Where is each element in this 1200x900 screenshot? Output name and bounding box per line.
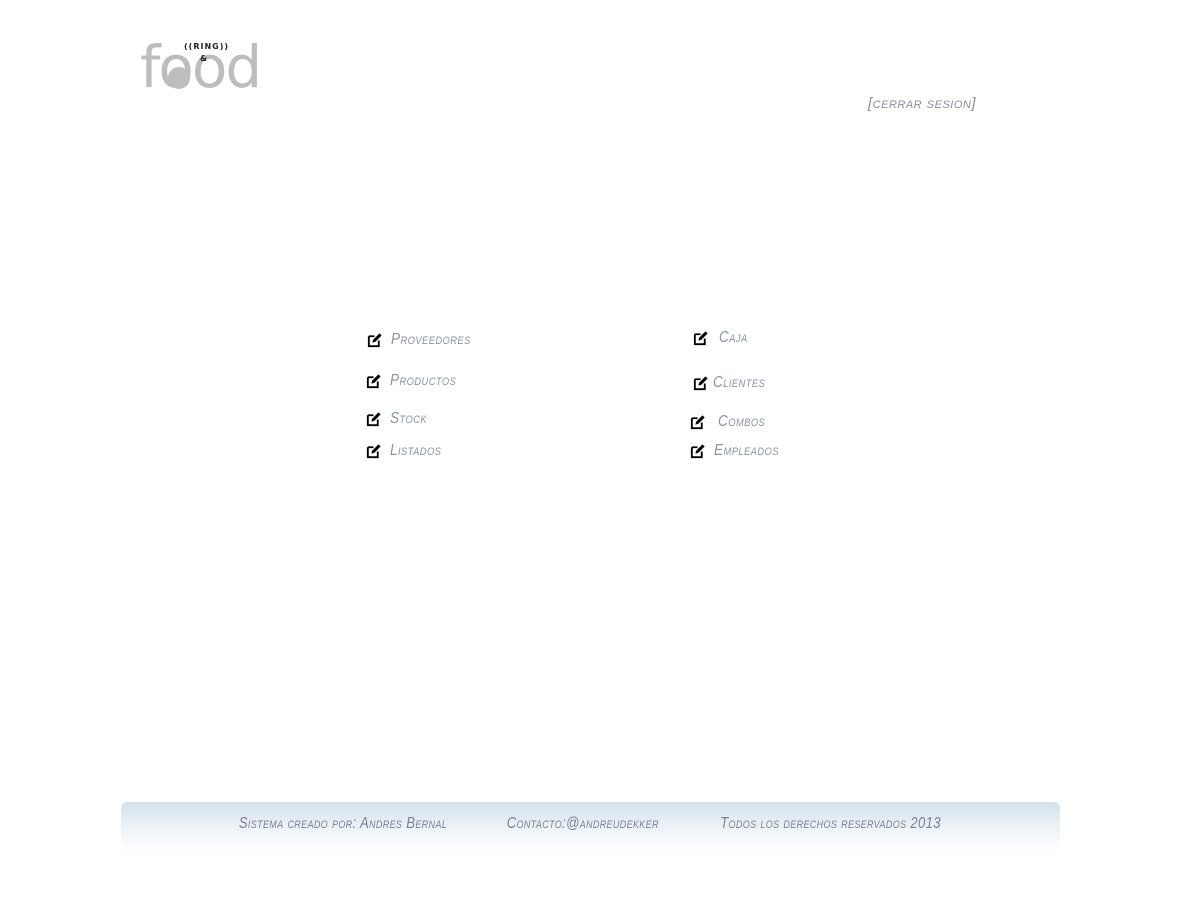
menu-item-combos[interactable]: Combos: [689, 413, 774, 431]
edit-icon: [690, 443, 705, 458]
edit-icon: [693, 330, 708, 345]
menu-label: Empleados: [714, 442, 779, 459]
menu-label: Clientes: [713, 374, 766, 391]
logo-ring-text: ((RING)): [184, 42, 230, 51]
footer-rights: Todos los derechos reservados 2013: [719, 815, 941, 832]
menu-item-listados[interactable]: Listados: [365, 442, 450, 460]
menu-label: Productos: [390, 372, 457, 389]
menu-label: Proveedores: [391, 331, 471, 348]
logo: food ((RING)) &: [140, 38, 280, 96]
logout-link[interactable]: [cerrar sesion]: [868, 95, 976, 112]
menu-item-stock[interactable]: Stock: [365, 410, 434, 428]
edit-icon: [690, 414, 705, 429]
menu-label: Stock: [390, 410, 428, 427]
logo-dot: [168, 67, 190, 89]
edit-icon: [366, 373, 381, 388]
menu-item-empleados[interactable]: Empleados: [689, 442, 790, 460]
edit-icon: [367, 332, 382, 347]
menu-label: Listados: [390, 442, 442, 459]
footer: Sistema creado por: Andres Bernal Contac…: [121, 802, 1060, 852]
edit-icon: [366, 411, 381, 426]
menu-label: Combos: [718, 413, 766, 430]
menu-item-caja[interactable]: Caja: [692, 329, 753, 347]
edit-icon: [366, 443, 381, 458]
edit-icon: [693, 375, 708, 390]
menu-item-productos[interactable]: Productos: [365, 372, 468, 390]
menu-item-clientes[interactable]: Clientes: [692, 374, 774, 392]
footer-credit: Sistema creado por: Andres Bernal: [239, 815, 448, 832]
menu-item-proveedores[interactable]: Proveedores: [366, 331, 485, 349]
footer-contact: Contacto:@andreudekker: [506, 815, 659, 832]
page: food ((RING)) & [cerrar sesion] Proveedo…: [0, 0, 1200, 900]
logo-amp-text: &: [200, 54, 207, 63]
menu-label: Caja: [719, 329, 748, 346]
